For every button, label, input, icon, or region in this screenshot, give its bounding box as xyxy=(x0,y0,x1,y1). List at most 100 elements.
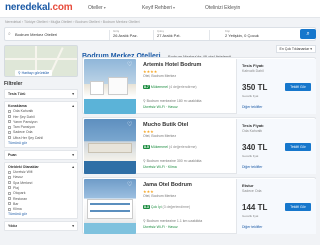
top-navigation: neredekal.com Oteller▾ Keyif Rehberi▾ Ot… xyxy=(0,0,320,18)
view-offer-button[interactable]: Teklifi Gör xyxy=(285,83,311,91)
filter-group-konaklama: Konaklama ▴ Oda Kahvaltı Her Şey Dahil Ya… xyxy=(4,101,78,148)
nav-keyif-rehberi[interactable]: Keyif Rehberi▾ xyxy=(142,5,175,11)
hotel-location: Otel, Bodrum Merkez xyxy=(143,194,177,198)
guests-field[interactable]: Kişi 2 Yetişkin, 0 Çocuk xyxy=(225,29,259,41)
checkout-field[interactable]: Çıkış 27 Aralık Pzt. xyxy=(157,29,181,41)
filter-option[interactable]: Klima xyxy=(8,207,74,211)
filter-option[interactable]: Ücretsiz Wifi xyxy=(8,170,74,174)
search-button[interactable]: ⌕ xyxy=(300,29,316,39)
price-note: Gecelik fiyat xyxy=(242,94,259,98)
checkbox[interactable] xyxy=(8,191,11,195)
filter-option[interactable]: Oda Kahvaltı xyxy=(8,109,74,113)
price: 144 TL xyxy=(242,203,268,212)
checkbox[interactable] xyxy=(8,120,11,124)
filter-group-yildiz[interactable]: Yıldız ▾ xyxy=(4,221,78,232)
chevron-down-icon: ▾ xyxy=(72,152,74,157)
checkbox[interactable] xyxy=(8,175,11,179)
balcony-shape xyxy=(90,210,130,212)
checkbox[interactable] xyxy=(8,181,11,185)
price-box: Etstur Sadece Oda 144 TL Gecelik fiyat T… xyxy=(236,179,316,234)
map-pin-icon: ⚲ xyxy=(18,71,21,75)
search-bar: ⌕ Bodrum Merkez Otelleri Giriş 26 Aralık … xyxy=(4,27,316,41)
checkbox[interactable] xyxy=(8,136,11,140)
heart-icon[interactable]: ♡ xyxy=(127,181,132,188)
results-header: Bodrum Merkez Otelleri Bodrum Merkez'de … xyxy=(82,45,316,60)
checkbox[interactable] xyxy=(8,170,11,174)
filter-option[interactable]: Her Şey Dahil xyxy=(8,115,74,119)
heart-icon[interactable]: ♡ xyxy=(127,61,132,68)
filter-group-tesis-turu[interactable]: Tesis Türü ▾ xyxy=(4,89,78,99)
hotel-card[interactable]: ♡ Jama Otel Bodrum ★★★ Otel, Bodrum Merk… xyxy=(82,177,316,234)
review-score[interactable]: 8.5 Mükemmel (4 değerlendirme) xyxy=(143,145,197,149)
heart-icon[interactable]: ♡ xyxy=(127,121,132,128)
checkbox[interactable] xyxy=(8,109,11,113)
provider-name: Etstur xyxy=(242,183,254,188)
filter-option[interactable]: Yarım Pansiyon xyxy=(8,120,74,124)
filter-option[interactable]: Otopark xyxy=(8,191,74,195)
filter-option[interactable]: Sadece Oda xyxy=(8,130,74,134)
show-all-link[interactable]: Tümünü gör xyxy=(8,212,74,216)
checkbox[interactable] xyxy=(8,115,11,119)
show-all-link[interactable]: Tümünü gör xyxy=(8,141,74,145)
other-offers-link[interactable]: Diğer teklifler xyxy=(242,165,262,169)
checkbox[interactable] xyxy=(8,186,11,190)
site-logo[interactable]: neredekal.com xyxy=(5,2,73,13)
provider-name: Tesis Fiyatı xyxy=(242,123,264,128)
sort-dropdown[interactable]: En Çok Tıklananlar ▾ xyxy=(275,45,316,53)
chevron-up-icon: ▴ xyxy=(72,164,74,169)
checkin-field[interactable]: Giriş 26 Aralık Paz. xyxy=(113,29,138,41)
destination-input[interactable]: Bodrum Merkez Otelleri xyxy=(15,32,57,44)
location-pin-icon: ⚲ xyxy=(143,219,146,223)
hotel-distance: ⚲ Bodrum merkezine 1.1 km uzaklıkta xyxy=(143,219,203,223)
breadcrumb[interactable]: Neredekal › Türkiye Otelleri › Muğla Ote… xyxy=(5,20,140,24)
show-map-button[interactable]: ⚲ Haritayı görüntüle xyxy=(15,70,53,76)
price-note: Gecelik fiyat xyxy=(242,154,259,158)
hotel-card[interactable]: ♡ Artemis Hotel Bodrum ★★★★ Otel, Bodrum… xyxy=(82,57,316,114)
hotel-location: Otel, Bodrum Merkez xyxy=(143,134,177,138)
price: 350 TL xyxy=(242,83,268,92)
filter-group-puan[interactable]: Puan ▾ xyxy=(4,149,78,160)
hotel-card[interactable]: ♡ Mucho Butik Otel ★★★ Otel, Bodrum Merk… xyxy=(82,117,316,174)
hotel-name[interactable]: Jama Otel Bodrum xyxy=(143,182,192,188)
divider xyxy=(109,30,110,40)
checkbox[interactable] xyxy=(8,202,11,206)
review-score[interactable]: 8.3 Çok İyi (3 değerlendirme) xyxy=(143,205,190,209)
location-pin-icon: ⌕ xyxy=(8,31,11,37)
location-pin-icon: ⚲ xyxy=(143,159,146,163)
other-offers-link[interactable]: Diğer teklifler xyxy=(242,225,262,229)
checkbox[interactable] xyxy=(8,207,11,211)
filters-title: Filtreler xyxy=(4,81,23,87)
map-preview[interactable]: ⚲ Haritayı görüntüle xyxy=(4,45,78,77)
location-pin-icon: ⚲ xyxy=(143,99,146,103)
filter-option[interactable]: Ultra Her Şey Dahil xyxy=(8,136,74,140)
other-offers-link[interactable]: Diğer teklifler xyxy=(242,105,262,109)
price-box: Tesis Fiyatı Oda Kahvaltı 340 TL Gecelik… xyxy=(236,119,316,174)
nav-oteller[interactable]: Oteller▾ xyxy=(88,5,106,11)
hotel-distance: ⚲ Bodrum merkezine 180 m uzaklıkta xyxy=(143,99,202,103)
filter-option[interactable]: Plaj xyxy=(8,186,74,190)
building-shape xyxy=(90,81,104,95)
filter-option[interactable]: Restoran xyxy=(8,197,74,201)
hotel-name[interactable]: Artemis Hotel Bodrum xyxy=(143,62,201,68)
filter-option[interactable]: Tam Pansiyon xyxy=(8,125,74,129)
checkbox[interactable] xyxy=(8,130,11,134)
filter-option[interactable]: Spa Merkezi xyxy=(8,181,74,185)
chevron-down-icon: ▾ xyxy=(103,5,106,10)
hotel-features: Ücretsiz Wi-Fi · Klima xyxy=(143,165,177,169)
filter-option[interactable]: Bar xyxy=(8,202,74,206)
review-score[interactable]: 8.7 Mükemmel (4 değerlendirme) xyxy=(143,85,197,89)
filter-group-olanaklar: Oteldeki Olanaklar ▴ Ücretsiz Wifi Havuz … xyxy=(4,161,78,220)
hotel-features: Ücretsiz Wi-Fi · Havuz xyxy=(143,105,178,109)
view-offer-button[interactable]: Teklifi Gör xyxy=(285,203,311,211)
board-type: Kahvaltı Dahil xyxy=(242,69,264,73)
building-shape xyxy=(87,199,133,219)
checkbox[interactable] xyxy=(8,197,11,201)
chevron-down-icon: ▾ xyxy=(72,92,74,96)
checkbox[interactable] xyxy=(8,125,11,129)
filter-option[interactable]: Havuz xyxy=(8,175,74,179)
view-offer-button[interactable]: Teklifi Gör xyxy=(285,143,311,151)
price-box: Tesis Fiyatı Kahvaltı Dahil 350 TL Gecel… xyxy=(236,59,316,114)
pool-shape xyxy=(84,223,136,234)
nav-otelinizi-ekleyin[interactable]: Otelinizi Ekleyin xyxy=(205,5,240,11)
hotel-name[interactable]: Mucho Butik Otel xyxy=(143,122,188,128)
